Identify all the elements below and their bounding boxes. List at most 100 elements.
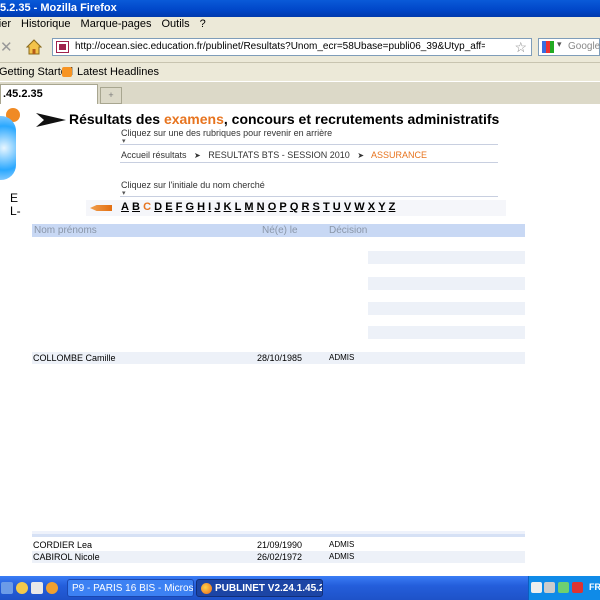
- divider: [32, 534, 525, 537]
- letter-link-d[interactable]: D: [154, 201, 162, 213]
- menu-marque-pages[interactable]: Marque-pages: [81, 17, 152, 32]
- letter-link-l[interactable]: L: [235, 201, 242, 213]
- empty-row-stripe: [368, 277, 525, 290]
- site-favicon-icon: [56, 41, 69, 53]
- breadcrumb-assurance: ASSURANCE: [371, 150, 428, 160]
- letter-link-u[interactable]: U: [333, 201, 341, 213]
- tray-app-icon[interactable]: [558, 582, 569, 593]
- cell-born: 21/09/1990: [257, 540, 303, 550]
- letter-link-r[interactable]: R: [301, 201, 309, 213]
- rss-icon: [62, 67, 72, 77]
- letter-link-y[interactable]: Y: [378, 201, 385, 213]
- letter-link-j[interactable]: J: [214, 201, 220, 213]
- letter-link-i[interactable]: I: [208, 201, 211, 213]
- hint-rubriques: Cliquez sur une des rubriques pour reven…: [121, 128, 333, 138]
- divider: [120, 196, 498, 197]
- menu-outils[interactable]: Outils: [161, 17, 189, 32]
- hint-initiale: Cliquez sur l'initiale du nom cherché: [121, 180, 265, 190]
- tray-network-icon[interactable]: [531, 582, 542, 593]
- title-suffix: , concours et recrutements administratif…: [223, 111, 500, 127]
- tray-volume-icon[interactable]: [544, 582, 555, 593]
- menu-historique[interactable]: Historique: [21, 17, 71, 32]
- letter-link-z[interactable]: Z: [389, 201, 396, 213]
- letter-link-q[interactable]: Q: [290, 201, 299, 213]
- bookmark-star-icon[interactable]: ☆: [514, 39, 527, 56]
- alphabet-letters: ABCDEFGHIJKLMNOPQRSTUVWXYZ: [121, 201, 398, 213]
- letter-link-v[interactable]: V: [344, 201, 351, 213]
- orange-arrow-icon: [90, 205, 112, 211]
- google-icon[interactable]: [542, 41, 554, 53]
- letter-link-e[interactable]: E: [165, 201, 172, 213]
- column-header-born: Né(e) le: [262, 225, 298, 236]
- tray-language[interactable]: FR: [589, 582, 600, 592]
- letter-link-g[interactable]: G: [185, 201, 194, 213]
- letter-link-o[interactable]: O: [268, 201, 277, 213]
- url-text[interactable]: http://ocean.siec.education.fr/publinet/…: [75, 41, 485, 52]
- menu-bar: Fichier Historique Marque-pages Outils?: [0, 17, 600, 32]
- search-box[interactable]: ▾ Google: [538, 38, 600, 56]
- tab-bar: .45.2.35 +: [0, 82, 600, 105]
- letter-link-k[interactable]: K: [224, 201, 232, 213]
- table-header: Nom prénoms Né(e) le Décision: [32, 224, 525, 237]
- letter-link-a[interactable]: A: [121, 201, 129, 213]
- page-content: E L- Résultats des examens, concours et …: [0, 104, 600, 576]
- letter-link-s[interactable]: S: [313, 201, 320, 213]
- letter-link-f[interactable]: F: [176, 201, 183, 213]
- quicklaunch-explorer-icon[interactable]: [31, 582, 43, 594]
- cell-name: CORDIER Lea: [33, 540, 93, 550]
- page-title: Résultats des examens, concours et recru…: [69, 111, 499, 127]
- bookmarks-toolbar: Getting Started Latest Headlines: [0, 63, 600, 81]
- divider: [120, 162, 498, 163]
- cell-name: COLLOMBE Camille: [33, 353, 116, 363]
- menu-help[interactable]: ?: [200, 17, 206, 32]
- letter-link-m[interactable]: M: [244, 201, 253, 213]
- chevron-down-icon[interactable]: ▾: [557, 39, 562, 50]
- cell-decision: ADMIS: [329, 353, 355, 362]
- new-tab-button[interactable]: +: [100, 87, 122, 104]
- taskbar-item-firefox-label: PUBLINET V2.24.1.45.2....: [215, 583, 323, 594]
- letter-link-t[interactable]: T: [323, 201, 330, 213]
- menu-fichier[interactable]: Fichier: [0, 17, 11, 32]
- home-icon[interactable]: [26, 39, 42, 55]
- letter-link-n[interactable]: N: [257, 201, 265, 213]
- search-input[interactable]: Google: [568, 41, 600, 52]
- window-title: 5.2.35 - Mozilla Firefox: [0, 2, 117, 14]
- breadcrumb: Accueil résultats ➤ RESULTATS BTS - SESS…: [121, 150, 427, 160]
- breadcrumb-arrow-icon: ➤: [194, 151, 201, 160]
- navigation-toolbar: ✕ http://ocean.siec.education.fr/publine…: [0, 32, 600, 63]
- firefox-icon: [201, 582, 212, 594]
- blue-orb-image: [0, 116, 16, 180]
- letter-link-p[interactable]: P: [279, 201, 286, 213]
- letter-link-x[interactable]: X: [368, 201, 375, 213]
- tab-publinet[interactable]: .45.2.35: [0, 84, 98, 104]
- stop-icon[interactable]: ✕: [0, 38, 13, 56]
- cell-name: CABIROL Nicole: [33, 552, 100, 562]
- letter-link-b[interactable]: B: [132, 201, 140, 213]
- empty-row-stripe: [368, 326, 525, 339]
- system-tray: FR: [528, 576, 600, 600]
- title-highlight: examens: [163, 111, 224, 127]
- side-text-fragment: E L-: [10, 191, 21, 218]
- letter-link-c[interactable]: C: [143, 201, 151, 213]
- quicklaunch-firefox-icon[interactable]: [46, 582, 58, 594]
- window-titlebar: 5.2.35 - Mozilla Firefox: [0, 0, 600, 17]
- taskbar-item-firefox[interactable]: PUBLINET V2.24.1.45.2....: [196, 579, 323, 597]
- alphabet-bar: ABCDEFGHIJKLMNOPQRSTUVWXYZ: [86, 200, 506, 216]
- table-row: CABIROL Nicole 26/02/1972 ADMIS: [32, 551, 525, 563]
- table-row: CORDIER Lea 21/09/1990 ADMIS: [32, 539, 525, 551]
- bookmark-latest-headlines[interactable]: Latest Headlines: [77, 63, 159, 81]
- column-header-name: Nom prénoms: [34, 225, 97, 236]
- quicklaunch-ie-icon[interactable]: [16, 582, 28, 594]
- breadcrumb-bts-session[interactable]: RESULTATS BTS - SESSION 2010: [208, 150, 350, 160]
- url-bar[interactable]: http://ocean.siec.education.fr/publinet/…: [52, 38, 532, 56]
- cell-born: 26/02/1972: [257, 552, 303, 562]
- empty-row-stripe: [368, 251, 525, 264]
- letter-link-w[interactable]: W: [354, 201, 364, 213]
- tray-antivirus-icon[interactable]: [572, 582, 583, 593]
- quicklaunch-desktop-icon[interactable]: [1, 582, 13, 594]
- taskbar-item-word[interactable]: P9 - PARIS 16 BIS - Microsoft...: [67, 579, 194, 597]
- breadcrumb-accueil[interactable]: Accueil résultats: [121, 150, 187, 160]
- table-row: COLLOMBE Camille 28/10/1985 ADMIS: [32, 352, 525, 364]
- letter-link-h[interactable]: H: [197, 201, 205, 213]
- title-prefix: Résultats des: [69, 111, 164, 127]
